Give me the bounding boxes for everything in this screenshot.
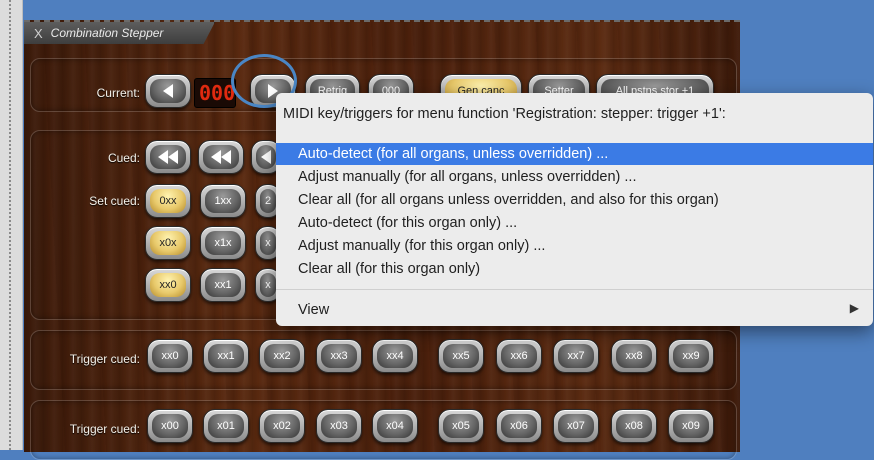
menu-item-clear-all-organ[interactable]: Clear all (for this organ only)	[276, 258, 873, 280]
trigger-cued-button-label: x03	[321, 414, 357, 438]
trigger-cued-button-label: x07	[558, 414, 594, 438]
menu-item-adjust-all[interactable]: Adjust manually (for all organs, unless …	[276, 166, 873, 188]
trigger-cued-button[interactable]: x04	[372, 409, 418, 443]
trigger-cued-button-label: xx4	[377, 344, 413, 368]
left-arrow-icon	[261, 150, 271, 164]
trigger-cued-button[interactable]: x06	[496, 409, 542, 443]
left-margin-strip	[0, 0, 23, 450]
trigger-cued-button[interactable]: xx1	[203, 339, 249, 373]
menu-item-auto-detect-organ[interactable]: Auto-detect (for this organ only) ...	[276, 212, 873, 234]
trigger-cued-button[interactable]: xx4	[372, 339, 418, 373]
trigger-cued-button[interactable]: xx7	[553, 339, 599, 373]
menu-separator	[276, 289, 873, 290]
trigger-cued-button-label: x05	[443, 414, 479, 438]
trigger-cued-button[interactable]: x00	[147, 409, 193, 443]
trigger-cued-label-1: Trigger cued:	[69, 352, 140, 366]
menu-item-clear-all-all[interactable]: Clear all (for all organs unless overrid…	[276, 189, 873, 211]
trigger-cued-button-label: x00	[152, 414, 188, 438]
trigger-cued-button-label: x08	[616, 414, 652, 438]
window-title-tab[interactable]: X Combination Stepper	[24, 22, 215, 44]
cued-back-button[interactable]	[198, 140, 244, 174]
set-cued-0xx[interactable]: 0xx	[145, 184, 191, 218]
menu-item-view[interactable]: View	[298, 302, 329, 318]
close-icon[interactable]: X	[34, 26, 43, 41]
trigger-cued-button-label: xx0	[152, 344, 188, 368]
midi-context-menu: MIDI key/triggers for menu function 'Reg…	[276, 93, 873, 326]
dotted-guide	[9, 0, 11, 450]
menu-item-adjust-organ[interactable]: Adjust manually (for this organ only) ..…	[276, 235, 873, 257]
trigger-cued-button-label: x06	[501, 414, 537, 438]
current-number-display: 000	[194, 78, 236, 108]
cued-label: Cued:	[107, 151, 140, 165]
left-arrow-icon	[163, 84, 173, 98]
trigger-cued-button-label: x04	[377, 414, 413, 438]
cued-first-button[interactable]	[145, 140, 191, 174]
window-title: Combination Stepper	[50, 26, 164, 40]
trigger-cued-button-label: x02	[264, 414, 300, 438]
trigger-cued-button[interactable]: x05	[438, 409, 484, 443]
trigger-cued-button[interactable]: x02	[259, 409, 305, 443]
trigger-cued-button[interactable]: x08	[611, 409, 657, 443]
current-label: Current:	[96, 86, 140, 100]
set-cued-label: Set cued:	[89, 194, 140, 208]
trigger-cued-button-label: xx8	[616, 344, 652, 368]
set-cued-x0x[interactable]: x0x	[145, 226, 191, 260]
trigger-cued-button[interactable]: xx5	[438, 339, 484, 373]
current-prev-button[interactable]	[145, 74, 191, 108]
trigger-cued-button[interactable]: xx9	[668, 339, 714, 373]
trigger-cued-button-label: xx1	[208, 344, 244, 368]
trigger-cued-label-2: Trigger cued:	[69, 422, 140, 436]
trigger-cued-button-label: xx7	[558, 344, 594, 368]
trigger-cued-button-label: x01	[208, 414, 244, 438]
set-cued-1xx[interactable]: 1xx	[200, 184, 246, 218]
trigger-cued-button[interactable]: xx0	[147, 339, 193, 373]
trigger-cued-button-label: xx6	[501, 344, 537, 368]
trigger-cued-button-label: x09	[673, 414, 709, 438]
set-cued-xx1[interactable]: xx1	[200, 268, 246, 302]
double-left-arrow-icon	[211, 150, 231, 164]
trigger-cued-button[interactable]: xx6	[496, 339, 542, 373]
submenu-arrow-icon: ▶	[849, 301, 859, 315]
trigger-cued-button-label: xx5	[443, 344, 479, 368]
trigger-cued-button[interactable]: x09	[668, 409, 714, 443]
trigger-cued-button[interactable]: x07	[553, 409, 599, 443]
trigger-cued-button-label: xx3	[321, 344, 357, 368]
trigger-cued-button[interactable]: x01	[203, 409, 249, 443]
trigger-cued-button-label: xx9	[673, 344, 709, 368]
set-cued-x1x[interactable]: x1x	[200, 226, 246, 260]
menu-item-auto-detect-all[interactable]: Auto-detect (for all organs, unless over…	[276, 143, 873, 165]
set-cued-xx0[interactable]: xx0	[145, 268, 191, 302]
double-left-arrow-icon	[158, 150, 178, 164]
trigger-cued-button[interactable]: xx2	[259, 339, 305, 373]
trigger-cued-button-label: xx2	[264, 344, 300, 368]
trigger-cued-button[interactable]: x03	[316, 409, 362, 443]
trigger-cued-button[interactable]: xx3	[316, 339, 362, 373]
trigger-cued-button[interactable]: xx8	[611, 339, 657, 373]
menu-header: MIDI key/triggers for menu function 'Reg…	[283, 106, 726, 122]
